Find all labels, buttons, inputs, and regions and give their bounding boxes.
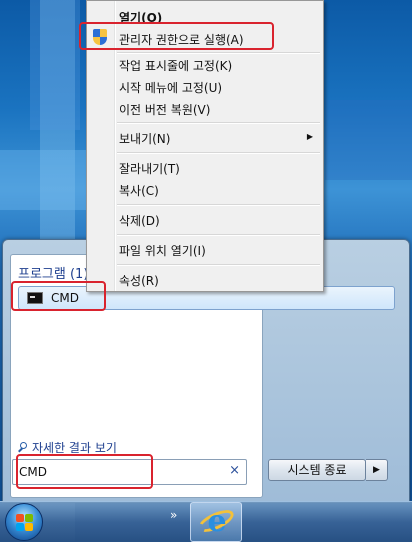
highlight-run-as-admin — [79, 22, 274, 50]
taskbar-internet-explorer-button[interactable]: e — [190, 502, 242, 542]
menu-item-delete[interactable]: 삭제(D) — [119, 212, 160, 229]
desktop-tile — [30, 0, 80, 130]
menu-item-send-to-label: 보내기(N) — [119, 132, 171, 146]
desktop-tile — [0, 150, 90, 210]
menu-item-copy[interactable]: 복사(C) — [119, 182, 159, 199]
windows-logo-icon — [16, 514, 34, 532]
menu-item-open-file-location[interactable]: 파일 위치 열기(I) — [119, 242, 206, 259]
menu-separator — [117, 52, 320, 54]
clear-search-icon[interactable]: × — [229, 463, 240, 478]
start-button[interactable] — [5, 503, 43, 541]
see-more-results-label: 자세한 결과 보기 — [32, 441, 117, 455]
internet-explorer-icon: e — [207, 504, 227, 539]
menu-item-cut[interactable]: 잘라내기(T) — [119, 160, 180, 177]
menu-separator — [117, 122, 320, 124]
quick-launch-overflow-icon[interactable]: » — [170, 508, 177, 522]
programs-section-heading: 프로그램 (1) — [18, 267, 89, 282]
menu-item-properties[interactable]: 속성(R) — [119, 272, 159, 289]
submenu-arrow-icon: ▶ — [306, 132, 313, 141]
menu-separator — [117, 264, 320, 266]
shutdown-options-arrow-icon[interactable]: ▶ — [366, 459, 388, 481]
magnifier-icon — [18, 442, 29, 453]
menu-separator — [117, 152, 320, 154]
taskbar: » e — [0, 501, 412, 542]
shutdown-button[interactable]: 시스템 종료 — [268, 459, 366, 481]
menu-item-pin-start[interactable]: 시작 메뉴에 고정(U) — [119, 79, 222, 96]
highlight-search-box — [16, 454, 153, 489]
menu-item-pin-taskbar[interactable]: 작업 표시줄에 고정(K) — [119, 57, 232, 74]
highlight-cmd-result — [11, 281, 106, 311]
menu-item-restore-versions[interactable]: 이전 버전 복원(V) — [119, 101, 210, 118]
menu-separator — [117, 204, 320, 206]
desktop-tile — [325, 100, 412, 180]
menu-separator — [117, 234, 320, 236]
menu-item-send-to[interactable]: 보내기(N) — [119, 130, 319, 147]
